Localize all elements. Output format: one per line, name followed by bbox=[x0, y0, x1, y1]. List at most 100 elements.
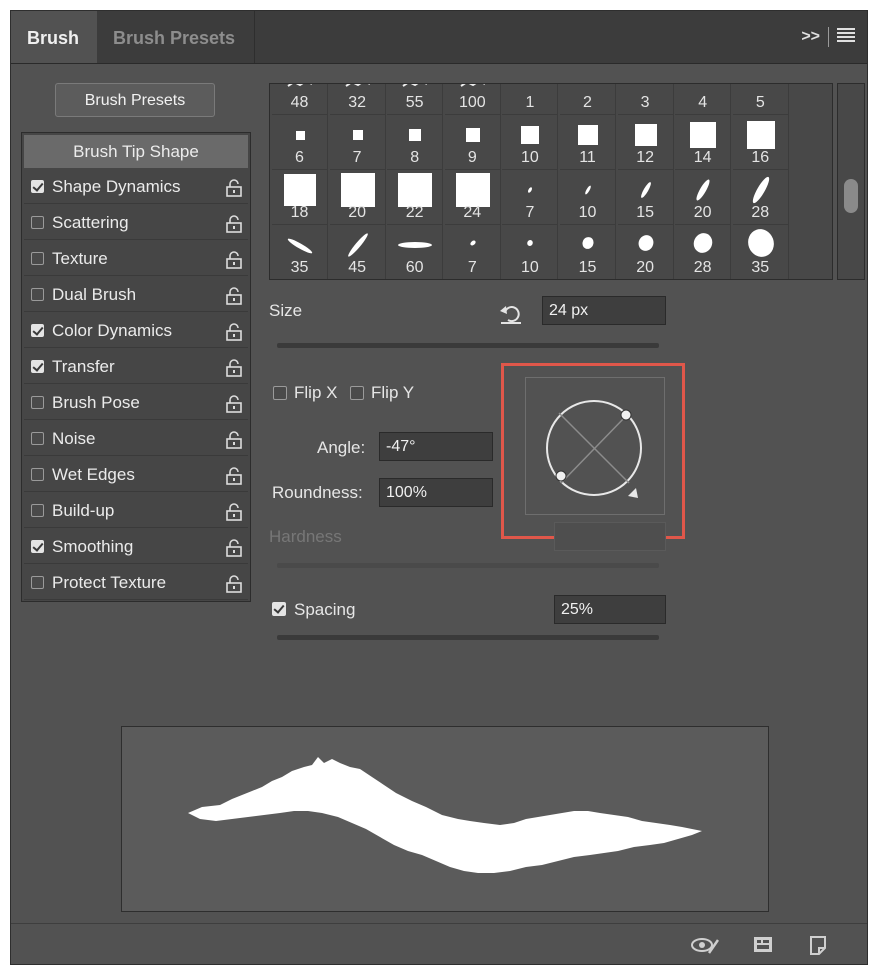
unlock-icon[interactable] bbox=[226, 575, 242, 593]
sidebar-item-checkbox[interactable] bbox=[31, 396, 44, 409]
sidebar-item-smoothing[interactable]: Smoothing bbox=[24, 530, 248, 564]
round-brush-icon bbox=[582, 237, 594, 249]
hamburger-menu-icon[interactable] bbox=[837, 27, 855, 47]
sidebar-item-checkbox[interactable] bbox=[31, 252, 44, 265]
brush-tip-cell[interactable]: 16 bbox=[732, 115, 789, 170]
sidebar-item-noise[interactable]: Noise bbox=[24, 422, 248, 456]
sidebar-item-protect-texture[interactable]: Protect Texture bbox=[24, 566, 248, 600]
brush-tip-cell[interactable]: 7 bbox=[329, 115, 386, 170]
brush-tip-cell[interactable]: 7 bbox=[445, 225, 501, 279]
tab-brush[interactable]: Brush bbox=[11, 11, 97, 63]
brush-tip-cell[interactable]: 45 bbox=[330, 225, 386, 279]
brush-tip-cell[interactable]: 18 bbox=[272, 170, 328, 225]
reset-arrow-icon[interactable] bbox=[499, 303, 523, 330]
brush-tip-cell[interactable]: 5 bbox=[732, 84, 789, 115]
brush-size-label: 10 bbox=[520, 149, 539, 166]
brush-tip-cell[interactable]: 60 bbox=[387, 225, 444, 279]
brush-tip-cell[interactable]: 28 bbox=[675, 225, 732, 279]
brush-tip-cell[interactable]: 100 bbox=[444, 84, 501, 115]
brush-tip-cell[interactable]: 7 bbox=[502, 170, 559, 225]
unlock-icon[interactable] bbox=[226, 359, 242, 377]
brush-tip-cell[interactable]: 55 bbox=[387, 84, 444, 115]
sidebar-item-label: Color Dynamics bbox=[52, 321, 172, 340]
spacing-checkbox[interactable] bbox=[272, 602, 286, 616]
unlock-icon[interactable] bbox=[226, 251, 242, 269]
sidebar-item-label: Dual Brush bbox=[52, 285, 137, 304]
sidebar-item-checkbox[interactable] bbox=[31, 360, 44, 373]
unlock-icon[interactable] bbox=[226, 323, 242, 341]
sidebar-item-dual-brush[interactable]: Dual Brush bbox=[24, 278, 248, 312]
sidebar-item-checkbox[interactable] bbox=[31, 216, 44, 229]
brush-tip-cell[interactable]: 10 bbox=[502, 115, 559, 170]
scroll-thumb[interactable] bbox=[844, 179, 858, 213]
sidebar-item-scattering[interactable]: Scattering bbox=[24, 206, 248, 240]
unlock-icon[interactable] bbox=[226, 287, 242, 305]
unlock-icon[interactable] bbox=[226, 467, 242, 485]
brush-angle-circle-icon[interactable] bbox=[526, 378, 664, 514]
brush-tip-cell[interactable]: 2 bbox=[560, 84, 616, 115]
spacing-input[interactable]: 25% bbox=[554, 595, 666, 624]
brush-tip-cell[interactable]: 20 bbox=[329, 170, 386, 225]
size-input[interactable]: 24 px bbox=[542, 296, 666, 325]
brush-tip-cell[interactable]: 32 bbox=[329, 84, 386, 115]
brush-tip-cell[interactable]: 15 bbox=[560, 225, 616, 279]
brush-tip-cell[interactable]: 9 bbox=[444, 115, 501, 170]
brush-tip-cell[interactable]: 1 bbox=[502, 84, 559, 115]
brush-tip-cell[interactable]: 8 bbox=[387, 115, 444, 170]
unlock-icon[interactable] bbox=[226, 395, 242, 413]
sidebar-item-checkbox[interactable] bbox=[31, 180, 44, 193]
brush-tip-cell[interactable]: 28 bbox=[732, 170, 789, 225]
brush-tip-cell[interactable]: 35 bbox=[733, 225, 789, 279]
double-chevron-right-icon[interactable]: >> bbox=[801, 28, 820, 46]
spacing-slider[interactable] bbox=[277, 635, 659, 654]
size-slider[interactable] bbox=[277, 343, 659, 362]
brush-tip-cell[interactable]: 14 bbox=[675, 115, 732, 170]
sidebar-item-checkbox[interactable] bbox=[31, 504, 44, 517]
brush-tip-cell[interactable]: 4 bbox=[675, 84, 732, 115]
brush-tip-cell[interactable]: 22 bbox=[387, 170, 444, 225]
angle-input[interactable]: -47° bbox=[379, 432, 493, 461]
angle-roundness-widget[interactable] bbox=[525, 377, 665, 515]
unlock-icon[interactable] bbox=[226, 179, 242, 197]
brush-tip-cell[interactable]: 35 bbox=[272, 225, 328, 279]
brush-tip-cell[interactable]: 12 bbox=[617, 115, 674, 170]
sidebar-item-checkbox[interactable] bbox=[31, 540, 44, 553]
brush-tip-shape-item[interactable]: Brush Tip Shape bbox=[24, 135, 248, 168]
sidebar-item-build-up[interactable]: Build-up bbox=[24, 494, 248, 528]
sidebar-item-checkbox[interactable] bbox=[31, 288, 44, 301]
brush-tip-cell[interactable]: 20 bbox=[675, 170, 732, 225]
roundness-input[interactable]: 100% bbox=[379, 478, 493, 507]
brush-tip-cell[interactable]: 48 bbox=[272, 84, 328, 115]
tab-brush-presets[interactable]: Brush Presets bbox=[97, 11, 255, 63]
sidebar-item-checkbox[interactable] bbox=[31, 324, 44, 337]
square-brush-icon bbox=[746, 121, 775, 149]
unlock-icon[interactable] bbox=[226, 431, 242, 449]
grid-panel-icon[interactable] bbox=[752, 934, 774, 956]
sidebar-item-texture[interactable]: Texture bbox=[24, 242, 248, 276]
sidebar-item-shape-dynamics[interactable]: Shape Dynamics bbox=[24, 170, 248, 204]
unlock-icon[interactable] bbox=[226, 215, 242, 233]
brush-tip-cell[interactable]: 10 bbox=[502, 225, 559, 279]
sidebar-item-transfer[interactable]: Transfer bbox=[24, 350, 248, 384]
brush-tip-cell[interactable]: 24 bbox=[444, 170, 501, 225]
brush-tip-cell[interactable]: 3 bbox=[617, 84, 674, 115]
flip-y-checkbox[interactable] bbox=[350, 386, 364, 400]
brush-tip-cell[interactable]: 20 bbox=[618, 225, 674, 279]
sidebar-item-color-dynamics[interactable]: Color Dynamics bbox=[24, 314, 248, 348]
sidebar-item-brush-pose[interactable]: Brush Pose bbox=[24, 386, 248, 420]
sidebar-item-wet-edges[interactable]: Wet Edges bbox=[24, 458, 248, 492]
flip-x-checkbox[interactable] bbox=[273, 386, 287, 400]
sidebar-item-checkbox[interactable] bbox=[31, 468, 44, 481]
new-brush-icon[interactable] bbox=[807, 934, 829, 956]
unlock-icon[interactable] bbox=[226, 539, 242, 557]
brush-tip-cell[interactable]: 10 bbox=[560, 170, 616, 225]
sidebar-item-checkbox[interactable] bbox=[31, 432, 44, 445]
brush-tip-cell[interactable]: 15 bbox=[617, 170, 674, 225]
brush-tip-cell[interactable]: 11 bbox=[560, 115, 616, 170]
brush-grid-scrollbar[interactable] bbox=[837, 83, 865, 280]
brush-tip-cell[interactable]: 6 bbox=[272, 115, 328, 170]
brush-presets-button[interactable]: Brush Presets bbox=[55, 83, 215, 117]
unlock-icon[interactable] bbox=[226, 503, 242, 521]
sidebar-item-checkbox[interactable] bbox=[31, 576, 44, 589]
eye-brush-icon[interactable] bbox=[691, 934, 720, 956]
